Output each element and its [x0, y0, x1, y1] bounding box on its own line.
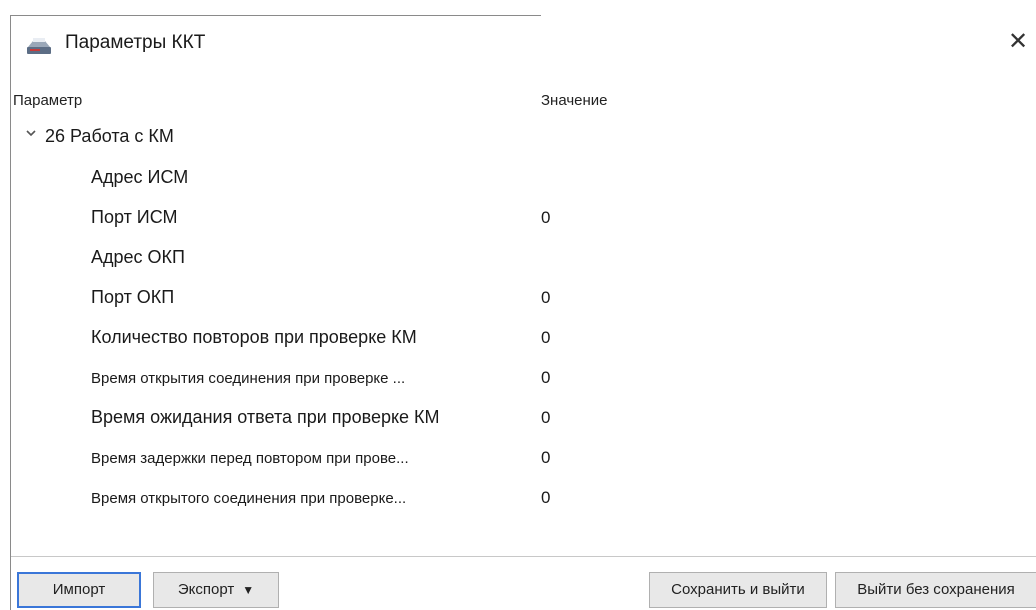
printer-icon: [25, 38, 53, 56]
table-row[interactable]: Адрес ИСМ: [11, 160, 1036, 200]
chevron-down-icon[interactable]: [25, 126, 37, 143]
param-value[interactable]: 0: [541, 208, 550, 228]
param-name: Время открытия соединения при проверке .…: [91, 370, 406, 387]
table-row[interactable]: Количество повторов при проверке КМ 0: [11, 320, 1036, 360]
title-bar: Параметры ККТ ✕: [11, 16, 1036, 72]
import-button[interactable]: Импорт: [17, 572, 141, 608]
export-button[interactable]: Экспорт ▼: [153, 572, 279, 608]
param-name: Количество повторов при проверке КМ: [91, 327, 417, 347]
param-value[interactable]: 0: [541, 288, 550, 308]
table-row[interactable]: Порт ИСМ 0: [11, 200, 1036, 240]
table-row[interactable]: Время открытого соединения при проверке.…: [11, 480, 1036, 520]
param-value[interactable]: 0: [541, 448, 550, 468]
save-exit-button[interactable]: Сохранить и выйти: [649, 572, 827, 608]
param-value[interactable]: 0: [541, 408, 550, 428]
table-row[interactable]: Адрес ОКП: [11, 240, 1036, 280]
exit-without-save-button-label: Выйти без сохранения: [857, 581, 1015, 598]
param-value[interactable]: 0: [541, 488, 550, 508]
footer-divider: [11, 556, 1036, 557]
param-value[interactable]: 0: [541, 328, 550, 348]
table-row[interactable]: Время задержки перед повтором при прове.…: [11, 440, 1036, 480]
close-button[interactable]: ✕: [1006, 28, 1030, 56]
column-header-param[interactable]: Параметр: [13, 92, 82, 109]
table-row[interactable]: Время открытия соединения при проверке .…: [11, 360, 1036, 400]
param-name: Время открытого соединения при проверке.…: [91, 490, 407, 507]
param-value[interactable]: 0: [541, 368, 550, 388]
window-title: Параметры ККТ: [65, 32, 206, 53]
exit-without-save-button[interactable]: Выйти без сохранения: [835, 572, 1036, 608]
import-button-label: Импорт: [52, 581, 106, 598]
grid-header: Параметр Значение: [11, 86, 1036, 114]
save-exit-button-label: Сохранить и выйти: [671, 581, 805, 598]
group-label: 26 Работа с КМ: [45, 126, 174, 146]
param-name: Время ожидания ответа при проверке КМ: [91, 407, 440, 427]
export-button-label: Экспорт: [177, 581, 235, 598]
caret-down-icon: ▼: [242, 583, 255, 597]
column-header-value[interactable]: Значение: [541, 92, 608, 109]
param-name: Время задержки перед повтором при прове.…: [91, 450, 409, 467]
table-row[interactable]: Порт ОКП 0: [11, 280, 1036, 320]
table-row[interactable]: Время ожидания ответа при проверке КМ 0: [11, 400, 1036, 440]
param-name: Адрес ИСМ: [91, 167, 189, 187]
params-window: Параметры ККТ ✕ Параметр Значение 26 Раб…: [10, 15, 1036, 610]
param-name: Порт ОКП: [91, 287, 175, 307]
param-name: Порт ИСМ: [91, 207, 178, 227]
param-name: Адрес ОКП: [91, 247, 185, 267]
tree-group-row[interactable]: 26 Работа с КМ: [11, 120, 1036, 156]
close-icon: ✕: [1007, 28, 1029, 55]
